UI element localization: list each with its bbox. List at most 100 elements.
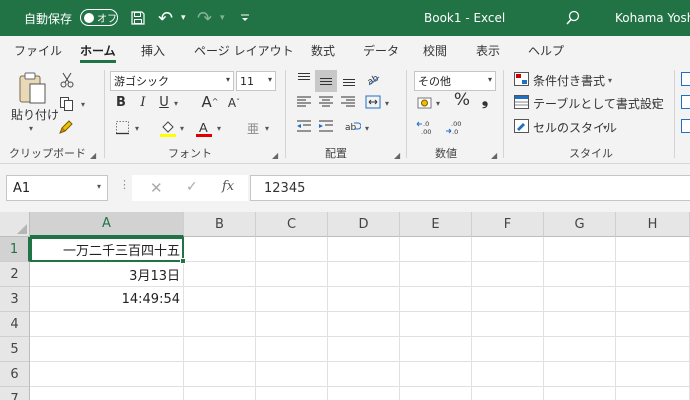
cell-e5[interactable] <box>400 337 472 362</box>
cell-c7[interactable] <box>256 387 328 400</box>
cell-d2[interactable] <box>328 262 400 287</box>
formula-input[interactable]: 12345 <box>250 175 690 201</box>
cell-f3[interactable] <box>472 287 544 312</box>
name-box[interactable]: A1 ▾ <box>6 175 108 201</box>
row-header-6[interactable]: 6 <box>0 362 30 387</box>
cell-g5[interactable] <box>544 337 616 362</box>
tab-review[interactable]: 校閲 <box>423 36 447 64</box>
cell-a2[interactable]: 3月13日 <box>30 262 184 287</box>
cell-b7[interactable] <box>184 387 256 400</box>
cell-d1[interactable] <box>328 237 400 262</box>
format-as-table-label[interactable]: テーブルとして書式設定 <box>533 95 664 112</box>
column-header-f[interactable]: F <box>472 212 544 237</box>
cell-styles-icon[interactable] <box>513 119 529 138</box>
cell-c1[interactable] <box>256 237 328 262</box>
cell-g6[interactable] <box>544 362 616 387</box>
cell-h2[interactable] <box>616 262 690 287</box>
worksheet-grid[interactable]: A B C D E F G H 1 2 3 4 5 6 7 一万二千三百四十五 3… <box>0 212 690 400</box>
undo-icon[interactable]: ↶ <box>158 0 173 36</box>
wrap-dropdown-icon[interactable]: ▾ <box>365 124 369 133</box>
align-center-icon[interactable] <box>316 95 336 114</box>
borders-dropdown-icon[interactable]: ▾ <box>135 124 139 133</box>
cell-b1[interactable] <box>184 237 256 262</box>
cell-c6[interactable] <box>256 362 328 387</box>
column-header-c[interactable]: C <box>256 212 328 237</box>
fill-color-icon[interactable] <box>159 119 177 142</box>
font-color-dropdown-icon[interactable]: ▾ <box>217 124 221 133</box>
tab-data[interactable]: データ <box>363 36 399 64</box>
row-header-5[interactable]: 5 <box>0 337 30 362</box>
row-header-4[interactable]: 4 <box>0 312 30 337</box>
align-top-icon[interactable] <box>294 71 314 91</box>
chevron-down-icon[interactable]: ▾ <box>608 76 612 85</box>
font-color-icon[interactable]: A <box>195 119 213 142</box>
cell-h1[interactable] <box>616 237 690 262</box>
cell-c3[interactable] <box>256 287 328 312</box>
enter-icon[interactable]: ✓ <box>186 179 198 195</box>
currency-dropdown-icon[interactable]: ▾ <box>436 99 440 108</box>
conditional-formatting-icon[interactable] <box>513 72 529 91</box>
chevron-down-icon[interactable]: ▾ <box>652 99 656 108</box>
redo-dropdown-icon[interactable]: ▾ <box>220 0 225 36</box>
underline-dropdown-icon[interactable]: ▾ <box>174 99 178 108</box>
cell-g1[interactable] <box>544 237 616 262</box>
formula-bar-resize-handle[interactable]: ⋮ <box>119 178 130 191</box>
font-name-combo[interactable]: 游ゴシック ▾ <box>110 71 234 91</box>
row-header-7[interactable]: 7 <box>0 387 30 400</box>
customize-qat-icon[interactable] <box>240 0 250 36</box>
tab-formulas[interactable]: 数式 <box>311 36 335 64</box>
phonetic-dropdown-icon[interactable]: ▾ <box>265 124 269 133</box>
insert-function-button[interactable]: fx <box>222 179 234 194</box>
decrease-decimal-icon[interactable]: .00.0 <box>445 119 465 140</box>
cut-icon[interactable] <box>60 72 74 93</box>
phonetic-guide-button[interactable]: 亜 <box>245 121 261 137</box>
cancel-icon[interactable]: ✕ <box>150 179 163 197</box>
user-name[interactable]: Kohama Yosh <box>615 0 690 36</box>
cell-a7[interactable] <box>30 387 184 400</box>
column-header-a[interactable]: A <box>30 212 184 237</box>
merge-center-icon[interactable] <box>364 95 382 114</box>
column-header-d[interactable]: D <box>328 212 400 237</box>
paste-icon[interactable] <box>16 72 48 106</box>
cell-h6[interactable] <box>616 362 690 387</box>
currency-icon[interactable] <box>416 95 434 116</box>
autosave-toggle[interactable]: オフ <box>80 9 118 26</box>
wrap-text-icon[interactable]: ab <box>344 119 362 138</box>
format-cells-icon[interactable] <box>681 119 690 138</box>
cell-h3[interactable] <box>616 287 690 312</box>
tab-view[interactable]: 表示 <box>476 36 500 64</box>
row-header-2[interactable]: 2 <box>0 262 30 287</box>
delete-cells-icon[interactable] <box>681 95 690 114</box>
paste-label[interactable]: 貼り付け <box>11 106 59 123</box>
row-header-3[interactable]: 3 <box>0 287 30 312</box>
save-icon[interactable] <box>130 0 146 36</box>
paste-dropdown-icon[interactable]: ▾ <box>29 124 33 133</box>
fill-color-dropdown-icon[interactable]: ▾ <box>180 124 184 133</box>
increase-indent-icon[interactable] <box>316 119 336 138</box>
cell-f1[interactable] <box>472 237 544 262</box>
decrease-indent-icon[interactable] <box>294 119 314 138</box>
copy-dropdown-icon[interactable]: ▾ <box>81 100 85 109</box>
column-header-g[interactable]: G <box>544 212 616 237</box>
number-launcher-icon[interactable]: ◢ <box>491 151 497 160</box>
tab-insert[interactable]: 挿入 <box>141 36 165 64</box>
cell-d5[interactable] <box>328 337 400 362</box>
cell-g2[interactable] <box>544 262 616 287</box>
alignment-launcher-icon[interactable]: ◢ <box>394 151 400 160</box>
undo-dropdown-icon[interactable]: ▾ <box>181 0 186 36</box>
cell-c2[interactable] <box>256 262 328 287</box>
cell-e4[interactable] <box>400 312 472 337</box>
cell-b4[interactable] <box>184 312 256 337</box>
select-all-button[interactable] <box>0 212 30 237</box>
copy-icon[interactable] <box>59 96 75 117</box>
cell-h4[interactable] <box>616 312 690 337</box>
cell-e6[interactable] <box>400 362 472 387</box>
column-header-e[interactable]: E <box>400 212 472 237</box>
bold-button[interactable]: B <box>114 95 128 111</box>
clipboard-launcher-icon[interactable]: ◢ <box>90 151 96 160</box>
format-as-table-icon[interactable] <box>513 95 529 114</box>
cell-c4[interactable] <box>256 312 328 337</box>
cell-f2[interactable] <box>472 262 544 287</box>
cell-d3[interactable] <box>328 287 400 312</box>
merge-dropdown-icon[interactable]: ▾ <box>385 99 389 108</box>
